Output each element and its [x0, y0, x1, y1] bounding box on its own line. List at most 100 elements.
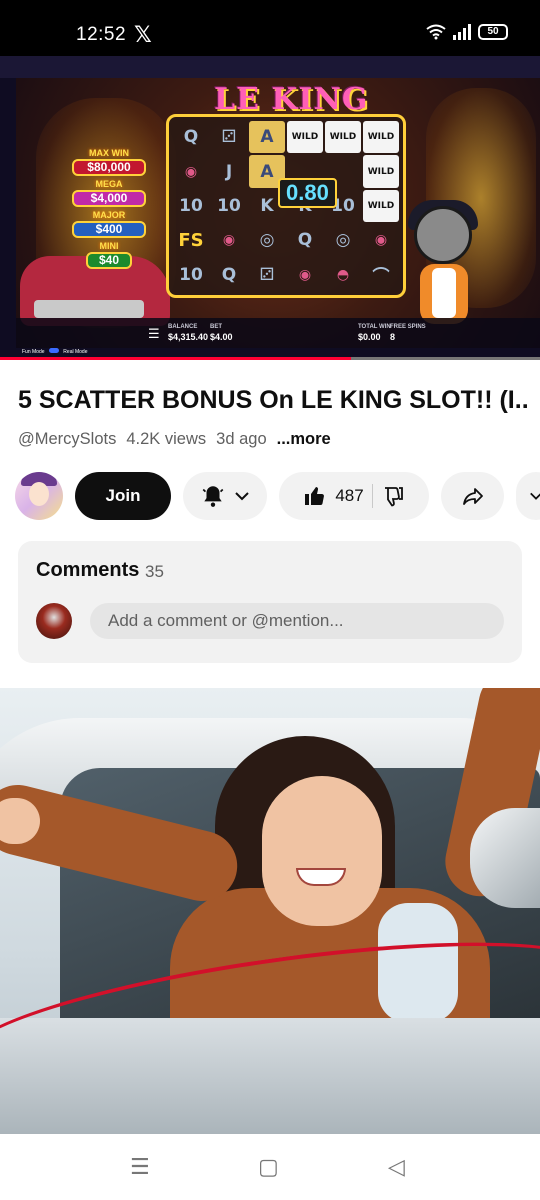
game-logo: LE KING	[214, 82, 369, 117]
like-count: 487	[335, 486, 364, 505]
comments-panel[interactable]: Comments 35	[18, 541, 522, 663]
system-nav-bar: ☰ ▢ ◁	[0, 1134, 540, 1200]
reel-symbol: WILD	[325, 121, 361, 154]
upload-age: 3d ago	[216, 430, 267, 448]
reel-symbol: 10	[217, 195, 241, 216]
like-icon[interactable]	[303, 484, 327, 508]
reel-symbol: ◉	[222, 232, 236, 249]
video-progress-bar[interactable]	[0, 357, 540, 360]
jackpot-mega-label: MEGA	[95, 179, 123, 189]
real-mode-label: Real Mode	[63, 349, 88, 355]
jackpot-mini-value: $40	[86, 252, 132, 269]
reel-symbol: ◎	[259, 230, 275, 251]
bet-value: $4.00	[210, 332, 233, 342]
balance-label: BALANCE	[168, 324, 198, 330]
user-avatar	[36, 603, 72, 639]
reel-symbol: ⚂	[221, 127, 237, 148]
free-spins-value: 8	[390, 332, 396, 342]
game-sidebar	[0, 78, 16, 359]
share-button[interactable]	[441, 472, 504, 520]
car-grill	[34, 300, 144, 318]
reel-symbol: Q	[183, 127, 199, 148]
jackpot-max-value: $80,000	[72, 159, 146, 176]
jackpot-major-value: $400	[72, 221, 146, 238]
join-button[interactable]: Join	[75, 472, 171, 520]
reel-symbol: ⌒	[372, 267, 390, 288]
jackpot-mega-value: $4,000	[72, 190, 146, 207]
reel-symbol: 10	[179, 195, 203, 216]
menu-icon[interactable]: ☰	[148, 326, 160, 342]
reel-symbol: ◉	[184, 163, 198, 180]
like-dislike-group: 487	[279, 472, 429, 520]
ad-face	[262, 776, 382, 926]
ad-banner-image[interactable]	[0, 688, 540, 1134]
avatar-face	[29, 482, 49, 506]
ad-side-mirror	[470, 808, 540, 908]
game-scene: LE KING MAX WIN $80,000 MEGA $4,000 MAJO…	[16, 78, 540, 348]
balance-value: $4,315.40	[168, 332, 209, 342]
reel-symbol: WILD	[363, 121, 399, 154]
comments-title: Comments	[36, 559, 140, 581]
menu-icon[interactable]: ☰	[130, 1154, 150, 1180]
status-indicators: 50	[426, 24, 508, 40]
reel-symbol: ⚂	[259, 264, 275, 285]
game-topbar	[0, 56, 540, 78]
reel-symbol: ◎	[335, 230, 351, 251]
reel-symbol: ◓	[336, 266, 350, 283]
view-count: 4.2K views	[126, 430, 207, 448]
subscribe-bell-button[interactable]	[183, 472, 267, 520]
channel-avatar[interactable]	[15, 472, 63, 520]
char-shirt	[432, 268, 456, 318]
reel-symbol: ◉	[298, 266, 312, 283]
chevron-down-icon	[530, 492, 540, 500]
status-time: 12:52	[76, 24, 127, 45]
status-bar: 12:52 𝕏 50	[0, 0, 540, 56]
wifi-icon	[426, 24, 446, 40]
action-row: Join 487	[0, 470, 540, 522]
jackpot-max-label: MAX WIN	[89, 148, 129, 158]
reel-symbol: J	[225, 161, 233, 182]
free-spins-label: FREE SPINS	[390, 324, 426, 330]
more-actions-button[interactable]	[516, 472, 540, 520]
jackpot-major-label: MAJOR	[92, 210, 126, 220]
jackpot-mini-label: MINI	[99, 241, 119, 251]
video-meta: @MercySlots 4.2K views 3d ago ...more	[18, 430, 331, 449]
fun-mode-label: Fun Mode	[22, 349, 45, 355]
more-link[interactable]: ...more	[277, 430, 331, 449]
char-head	[414, 206, 472, 264]
video-title[interactable]: 5 SCATTER BONUS On LE KING SLOT!! (I...	[18, 386, 528, 415]
signal-icon	[453, 24, 471, 40]
bell-icon	[202, 486, 224, 507]
back-icon[interactable]: ◁	[388, 1154, 405, 1180]
like-divider	[371, 484, 373, 508]
mode-toggle[interactable]	[48, 348, 59, 353]
dislike-icon[interactable]	[381, 484, 405, 508]
share-icon	[462, 488, 483, 505]
multiplier-value: 0.80	[278, 178, 337, 208]
reel-symbol: WILD	[363, 155, 399, 188]
reel-symbol: A	[249, 121, 285, 154]
jackpot-panel: MAX WIN $80,000 MEGA $4,000 MAJOR $400 M…	[64, 148, 154, 272]
chevron-down-icon	[235, 492, 249, 501]
square-icon[interactable]: ▢	[258, 1154, 279, 1180]
bet-label: BET	[210, 324, 222, 330]
reel-symbol: Q	[221, 264, 237, 285]
game-hud: ☰ BALANCE $4,315.40 BET $4.00 TOTAL WIN …	[16, 318, 540, 348]
channel-handle[interactable]: @MercySlots	[18, 430, 116, 449]
reel-symbol: 10	[179, 264, 203, 285]
king-character	[396, 200, 486, 336]
reel-symbol: WILD	[363, 189, 399, 223]
reel-symbol: ◉	[374, 232, 388, 249]
reel-symbol: Q	[297, 230, 313, 251]
total-win-label: TOTAL WIN	[358, 324, 391, 330]
reel-symbol: FS	[178, 229, 204, 251]
battery-icon: 50	[478, 24, 508, 40]
video-progress-fill	[0, 357, 351, 360]
reel-symbol: WILD	[287, 121, 323, 154]
video-player[interactable]: LE KING MAX WIN $80,000 MEGA $4,000 MAJO…	[0, 56, 540, 359]
total-win-value: $0.00	[358, 332, 381, 342]
comment-input[interactable]	[90, 603, 504, 639]
mode-bar: Fun Mode Real Mode	[0, 348, 540, 357]
comments-count: 35	[145, 562, 164, 581]
x-icon: 𝕏	[134, 22, 152, 47]
